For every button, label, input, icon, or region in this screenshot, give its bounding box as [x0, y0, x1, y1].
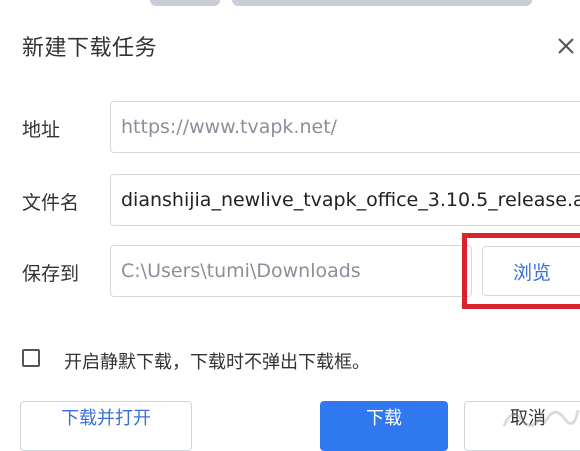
silent-download-label: 开启静默下载，下载时不弹出下载框。 [64, 352, 370, 373]
background-window-strip [0, 0, 580, 8]
browse-button[interactable]: 浏览 [482, 246, 580, 296]
filename-input[interactable] [111, 175, 580, 225]
download-button[interactable]: 下载 [320, 401, 448, 451]
filename-field[interactable] [110, 174, 580, 226]
savepath-label: 保存到 [22, 263, 80, 285]
cancel-button[interactable]: 取消 [464, 401, 580, 451]
filename-label: 文件名 [22, 192, 80, 214]
silent-download-checkbox[interactable] [22, 349, 40, 367]
url-input[interactable] [111, 102, 580, 152]
url-label: 地址 [22, 119, 61, 141]
download-and-open-button[interactable]: 下载并打开 [20, 401, 192, 451]
savepath-input[interactable] [111, 246, 471, 296]
dialog-title: 新建下载任务 [22, 36, 158, 61]
close-icon[interactable] [552, 32, 580, 60]
url-field[interactable] [110, 101, 580, 153]
savepath-field[interactable] [110, 245, 472, 297]
